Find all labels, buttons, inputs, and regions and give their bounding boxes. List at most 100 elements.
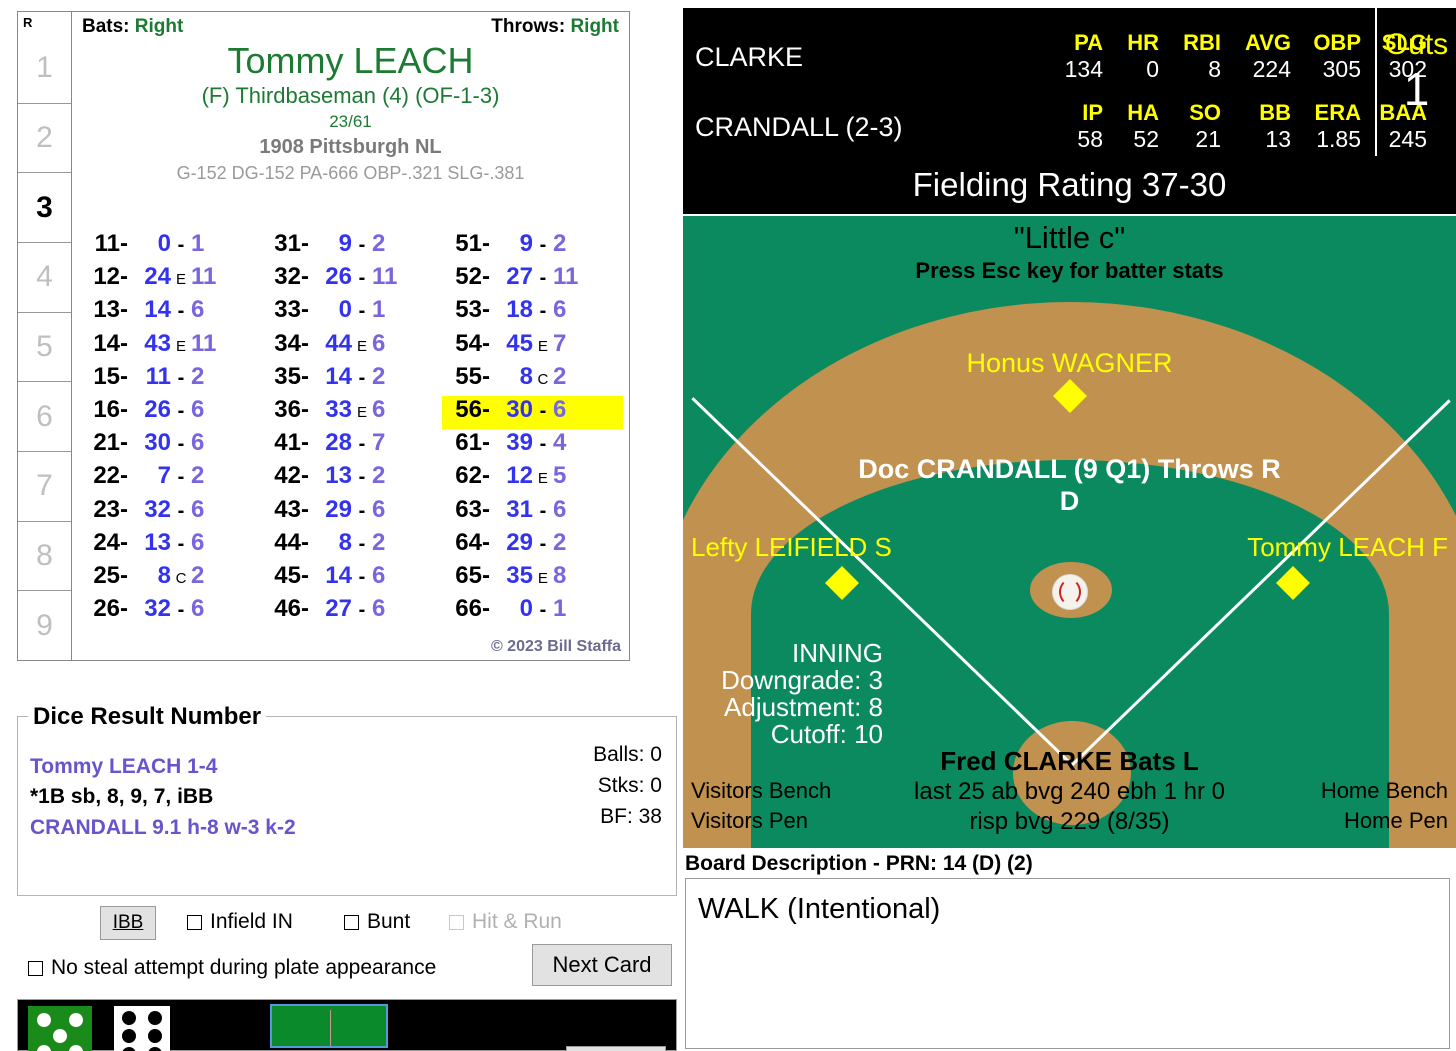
home-bench-link[interactable]: Home Bench xyxy=(1321,778,1448,804)
bunt-checkbox[interactable]: Bunt xyxy=(344,910,410,934)
die-pip-1 xyxy=(37,1012,51,1027)
count-display: Balls: 0 Stks: 0 BF: 38 xyxy=(593,739,662,832)
dice-result-primary: 0 xyxy=(338,296,352,324)
dice-result-secondary: 7 xyxy=(371,429,386,457)
die-pip-5 xyxy=(122,1047,137,1051)
visitors-pen-link[interactable]: Visitors Pen xyxy=(691,808,808,834)
dice-result-secondary: 2 xyxy=(371,462,386,490)
dice-result-secondary: 6 xyxy=(552,495,567,523)
dice-result-secondary: 6 xyxy=(191,495,205,523)
checkbox-box xyxy=(449,914,464,930)
dice-table-row: 44- 8-2 xyxy=(261,529,442,562)
inning-cell-6[interactable]: 6 xyxy=(18,381,71,451)
visitors-bench-link[interactable]: Visitors Bench xyxy=(691,778,831,804)
ibb-button[interactable]: IBB xyxy=(100,906,156,940)
player-fraction: 23/61 xyxy=(329,112,372,131)
dice-roll-key: 64- xyxy=(455,528,490,556)
shortstop-label[interactable]: Honus WAGNER xyxy=(683,348,1456,379)
dice-table-column-2: 31- 9-2 32- 26-11 33- 0-1 34- 44 E 6 35- 14-2 36- 33 E… xyxy=(261,230,442,628)
dice-result-primary: 27 xyxy=(325,595,352,623)
seam-right xyxy=(1059,578,1085,606)
inning-cell-1[interactable]: 1 xyxy=(18,34,71,103)
dice-table-row: 13- 14-6 xyxy=(80,296,261,329)
dice-result-secondary: 6 xyxy=(371,395,386,423)
inning-cell-4[interactable]: 4 xyxy=(18,242,71,312)
inning-cell-3[interactable]: 3 xyxy=(18,172,71,242)
dice-result-modifier: - xyxy=(177,234,185,256)
inning-cell-7[interactable]: 7 xyxy=(18,451,71,521)
pitcher-label[interactable]: Doc CRANDALL (9 Q1) Throws R xyxy=(683,454,1456,485)
undo-button[interactable]: Undo xyxy=(566,1046,666,1051)
dice-result-modifier: E xyxy=(175,337,186,355)
dice-result-table: 11- 0-1 12- 24 E 11 13- 14-6 14- 43 E 11 15- 11-2 16- 2… xyxy=(80,230,623,628)
dice-result-modifier: - xyxy=(539,300,547,323)
batter-stat-header-3: AVG xyxy=(1244,30,1291,55)
home-pen-link[interactable]: Home Pen xyxy=(1344,808,1448,834)
dice-result-number-box: Dice Result Number Tommy LEACH 1-4 *1B s… xyxy=(17,703,677,896)
scoreboard: CLARKE PA HR RBI AVG OBP SLG 134 0 8 224 305 302 C… xyxy=(683,8,1456,156)
adjustment-value: Adjustment: 8 xyxy=(724,692,883,722)
third-base-label[interactable]: Tommy LEACH F xyxy=(1247,532,1448,563)
inning-cell-9[interactable]: 9 xyxy=(18,590,71,660)
dice-result-modifier: - xyxy=(358,499,366,522)
dice-roll-key: 42- xyxy=(274,462,309,490)
bats-throws-row: Bats: Right Throws: Right xyxy=(82,16,619,38)
dice-result-secondary: 2 xyxy=(191,462,205,490)
field-diagram[interactable]: "Little c" Press Esc key for batter stat… xyxy=(683,216,1456,848)
dice-result-modifier: - xyxy=(358,466,366,489)
dice-roll-key: 11- xyxy=(94,230,128,257)
white-die[interactable] xyxy=(114,1006,170,1051)
infield-in-checkbox[interactable]: Infield IN xyxy=(187,910,293,934)
dice-table-row: 62- 12 E 5 xyxy=(442,462,623,495)
roll-input-field[interactable] xyxy=(270,1004,388,1048)
outs-label: Outs xyxy=(1384,28,1449,61)
batter-stat-value-2: 8 xyxy=(1208,56,1221,82)
dice-result-primary: 29 xyxy=(325,495,352,523)
dice-table-row: 36- 33 E 6 xyxy=(261,396,442,429)
first-base-label[interactable]: Lefty LEIFIELD S xyxy=(691,532,892,563)
dice-roll-key: 44- xyxy=(274,528,309,556)
dice-roll-key: 26- xyxy=(93,595,128,623)
inning-cell-5[interactable]: 5 xyxy=(18,311,71,382)
die-pip-4 xyxy=(147,1029,162,1043)
die-pip-1 xyxy=(122,1011,137,1025)
dice-result-secondary: 2 xyxy=(552,230,567,257)
throws-label: Throws: xyxy=(491,16,566,37)
dice-table-row: 25- 8 C 2 xyxy=(80,562,261,595)
inning-cell-2[interactable]: 2 xyxy=(18,102,71,173)
dice-result-secondary: 6 xyxy=(552,296,567,324)
dice-roll-key: 62- xyxy=(455,462,490,490)
dice-result-primary: 28 xyxy=(325,429,352,457)
dice-result-primary: 14 xyxy=(325,362,352,390)
dice-result-primary: 13 xyxy=(144,528,171,556)
dice-result-secondary: 8 xyxy=(552,561,567,589)
die-pip-4 xyxy=(37,1045,51,1051)
dice-result-modifier: - xyxy=(539,499,547,522)
next-card-button[interactable]: Next Card xyxy=(532,944,672,986)
dice-roll-key: 65- xyxy=(455,561,490,589)
inning-info-block: INNING Downgrade: 3 Adjustment: 8 Cutoff… xyxy=(687,640,883,748)
dice-roll-key: 52- xyxy=(455,263,490,291)
infield-in-label: Infield IN xyxy=(210,910,293,933)
green-die[interactable] xyxy=(28,1006,92,1051)
dice-roll-key: 56- xyxy=(455,395,490,423)
dice-table-row: 32- 26-11 xyxy=(261,263,442,296)
scoreboard-stats: CLARKE PA HR RBI AVG OBP SLG 134 0 8 224 305 302 C… xyxy=(683,8,1427,156)
board-description-title: Board Description - PRN: 14 (D) (2) xyxy=(685,852,1033,875)
dice-result-modifier: E xyxy=(175,271,186,289)
dice-result-modifier: - xyxy=(539,599,547,622)
dice-table-row: 33- 0-1 xyxy=(261,296,442,329)
dice-roll-key: 15- xyxy=(93,362,128,390)
dice-result-primary: 26 xyxy=(325,263,352,291)
dice-result-modifier: - xyxy=(358,599,366,622)
dice-table-row: 63- 31-6 xyxy=(442,496,623,529)
dice-result-primary: 27 xyxy=(506,263,533,291)
dice-result-modifier: - xyxy=(177,499,185,522)
dice-result-batter-line: Tommy LEACH 1-4 xyxy=(30,755,218,778)
dice-result-primary: 33 xyxy=(325,395,352,423)
field-nickname: "Little c" xyxy=(1013,220,1126,255)
dice-table-row: 54- 45 E 7 xyxy=(442,330,623,363)
batter-name-label[interactable]: Fred CLARKE Bats L xyxy=(683,746,1456,777)
inning-cell-8[interactable]: 8 xyxy=(18,520,71,591)
no-steal-checkbox[interactable]: No steal attempt during plate appearance xyxy=(28,956,436,980)
